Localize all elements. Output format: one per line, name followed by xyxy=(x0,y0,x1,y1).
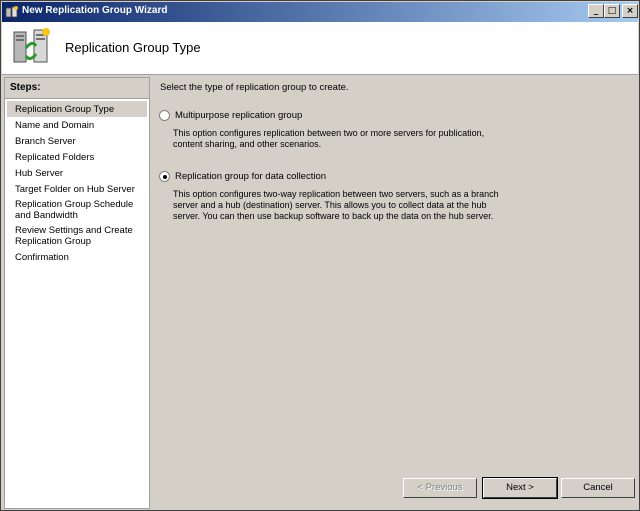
multipurpose-radio[interactable] xyxy=(159,110,170,121)
step-confirmation[interactable]: Confirmation xyxy=(7,249,147,265)
replication-app-icon xyxy=(5,6,18,18)
steps-heading: Steps: xyxy=(5,78,149,99)
data-collection-label[interactable]: Replication group for data collection xyxy=(175,171,326,182)
instruction-text: Select the type of replication group to … xyxy=(160,82,349,93)
title-bar[interactable]: New Replication Group Wizard _ □ × xyxy=(2,2,638,22)
cancel-button[interactable]: Cancel xyxy=(561,478,635,498)
step-replication-group-type[interactable]: Replication Group Type xyxy=(7,101,147,117)
multipurpose-label[interactable]: Multipurpose replication group xyxy=(175,110,302,121)
step-branch-server[interactable]: Branch Server xyxy=(7,133,147,149)
step-target-folder[interactable]: Target Folder on Hub Server xyxy=(7,181,147,197)
close-button[interactable]: × xyxy=(622,4,638,18)
step-schedule-bandwidth[interactable]: Replication Group Schedule and Bandwidth xyxy=(7,197,147,223)
steps-panel: Steps: Replication Group Type Name and D… xyxy=(4,77,150,509)
wizard-window: New Replication Group Wizard _ □ × Repli… xyxy=(0,0,640,511)
step-name-and-domain[interactable]: Name and Domain xyxy=(7,117,147,133)
wizard-header: Replication Group Type xyxy=(2,22,638,75)
data-collection-radio[interactable] xyxy=(159,171,170,182)
step-replicated-folders[interactable]: Replicated Folders xyxy=(7,149,147,165)
replication-wizard-icon xyxy=(13,28,50,63)
step-hub-server[interactable]: Hub Server xyxy=(7,165,147,181)
page-title: Replication Group Type xyxy=(65,40,201,55)
data-collection-description: This option configures two-way replicati… xyxy=(173,189,499,221)
window-title: New Replication Group Wizard xyxy=(22,5,168,16)
step-review-settings[interactable]: Review Settings and Create Replication G… xyxy=(7,223,147,249)
next-button[interactable]: Next > xyxy=(482,477,558,499)
maximize-button[interactable]: □ xyxy=(604,4,620,18)
multipurpose-description: This option configures replication betwe… xyxy=(173,128,485,149)
minimize-button[interactable]: _ xyxy=(588,4,604,18)
main-content: Select the type of replication group to … xyxy=(153,77,638,509)
previous-button[interactable]: < Previous xyxy=(403,478,477,498)
